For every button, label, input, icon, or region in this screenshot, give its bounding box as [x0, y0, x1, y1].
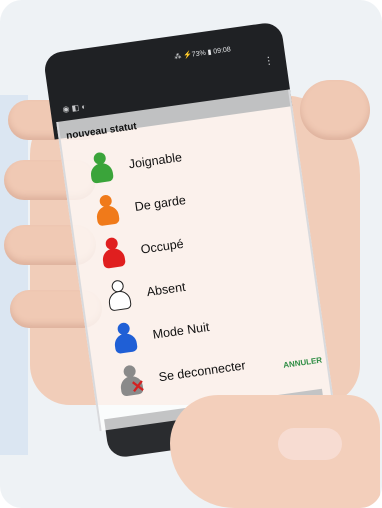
person-icon-outline [105, 279, 133, 314]
person-icon-red [99, 236, 127, 271]
status-option-label: Se deconnecter [157, 358, 247, 385]
status-option-label: Mode Nuit [151, 319, 211, 342]
background-panel [0, 95, 28, 455]
status-option-label: Absent [145, 279, 187, 300]
person-icon-orange [93, 193, 121, 228]
thumb [170, 395, 380, 508]
person-icon-grey-crossed: ✕ [117, 364, 147, 399]
status-option-label: Occupé [139, 236, 185, 257]
status-option-label: Joignable [127, 150, 183, 172]
photo-frame: ⁂ ⚡73% ▮ 09:08 ⋮ ◉ ◧ ◐ nouveau statut Jo… [0, 0, 382, 508]
status-option-label: De garde [133, 192, 187, 214]
close-icon: ✕ [129, 376, 147, 398]
person-icon-green [87, 151, 115, 186]
overflow-menu-icon[interactable]: ⋮ [263, 55, 274, 67]
thumb-nail [278, 428, 342, 460]
person-icon-blue [111, 321, 139, 356]
